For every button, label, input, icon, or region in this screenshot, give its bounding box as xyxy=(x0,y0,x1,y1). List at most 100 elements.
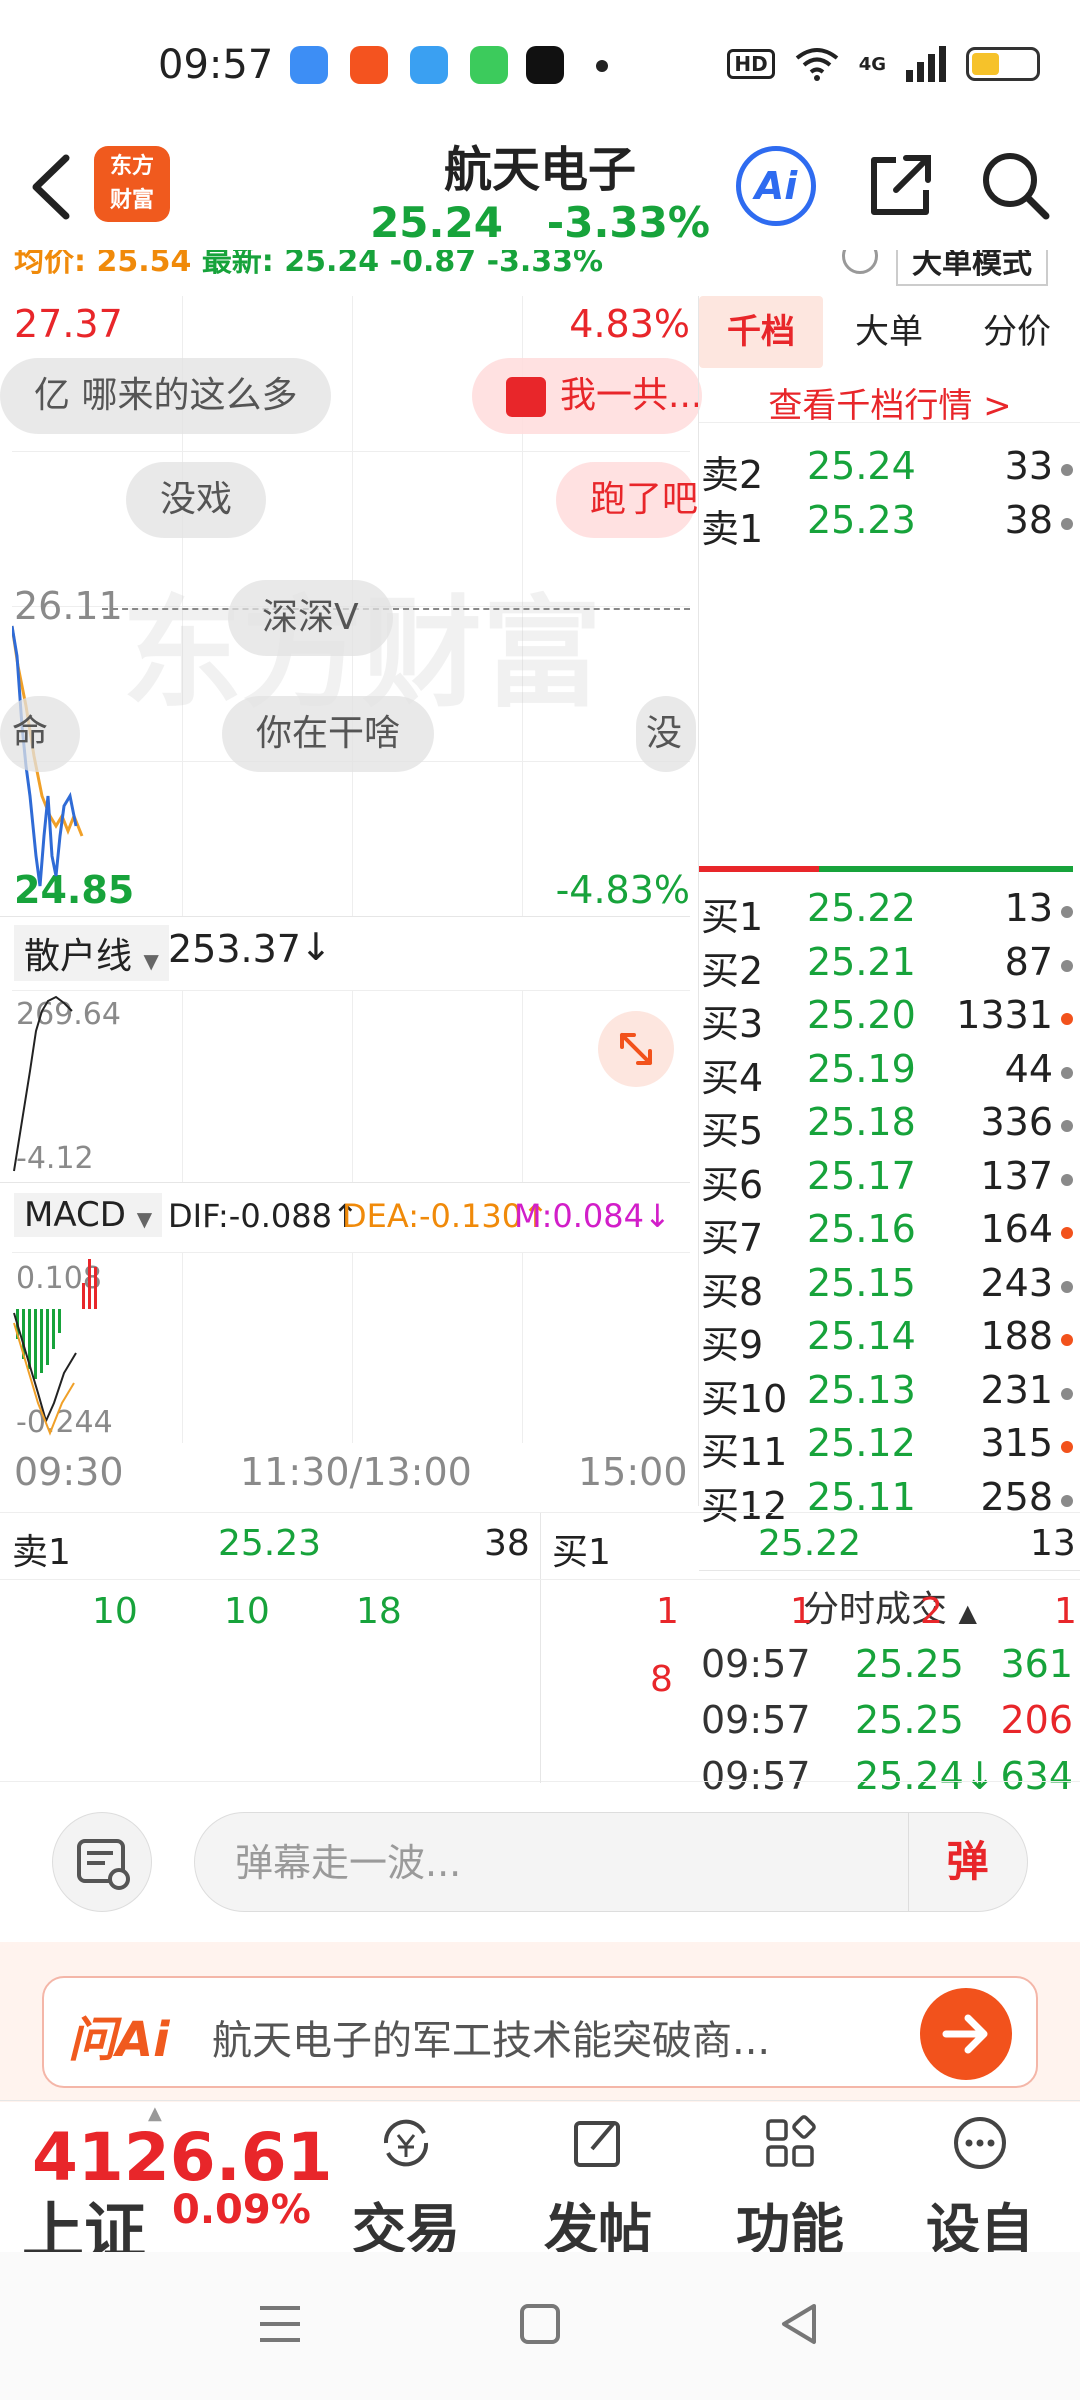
intraday-chart[interactable]: 东方财富 27.37 4.83% 26.11 24.85 -4.83% 亿 哪来… xyxy=(0,296,702,916)
danmu-text: 我一共... xyxy=(560,375,703,416)
ai-ask-box[interactable]: 问Ai 航天电子的军工技术能突破商... xyxy=(42,1976,1038,2088)
status-indicators: HD 4G xyxy=(727,46,1040,82)
home-icon[interactable] xyxy=(516,2300,564,2348)
expand-icon[interactable] xyxy=(598,1011,674,1087)
macd-bars-chart xyxy=(13,1259,97,1436)
avg-value: 25.54 xyxy=(96,250,192,279)
danmu-bubble: 没 xyxy=(636,696,696,772)
order-level-price: 25.15 xyxy=(807,1260,916,1305)
bottom-tab-bar: ▲ 4126.61 上证 0.09% 交易 发帖 功能 设自 xyxy=(0,2100,1080,2252)
back-nav-icon[interactable] xyxy=(776,2300,824,2348)
tab-large-orders[interactable]: 大单 xyxy=(829,296,949,368)
macd-dif: DIF:-0.088↑ xyxy=(168,1197,359,1235)
order-book-tabs: 千档 大单 分价 xyxy=(699,296,1080,368)
order-flag-dot xyxy=(1061,1334,1073,1346)
order-flag-dot xyxy=(1061,1120,1073,1132)
battery-icon xyxy=(966,47,1040,81)
queue-bid-item: 2 xyxy=(920,1591,943,1632)
order-flag-dot xyxy=(1061,1227,1073,1239)
order-mode-button[interactable]: 大单模式 xyxy=(896,250,1048,286)
macd-m-value: M:0.084 xyxy=(514,1197,644,1235)
search-icon[interactable] xyxy=(976,146,1056,226)
ai-suggested-question: 航天电子的军工技术能突破商... xyxy=(212,2018,771,2064)
comment-settings-icon[interactable] xyxy=(52,1812,152,1912)
tab-watchlist[interactable]: 设自 xyxy=(900,2101,1060,2252)
share-icon[interactable] xyxy=(860,146,940,226)
tab-label: 交易 xyxy=(352,2198,460,2252)
order-level-price: 25.14 xyxy=(807,1314,916,1358)
order-book-panel: 千档 大单 分价 查看千档行情 > 卖2 25.24 33 卖1 25.23 38 买1 2… xyxy=(698,296,1080,1798)
queue-bid-item: 1 xyxy=(1054,1591,1077,1632)
menu-icon[interactable] xyxy=(256,2300,304,2348)
firecracker-icon xyxy=(506,377,546,417)
tab-qiandang[interactable]: 千档 xyxy=(699,296,823,368)
order-book-row: 买6 25.17 137 xyxy=(699,1154,1080,1208)
stock-price: 25.24 xyxy=(370,198,503,247)
avg-label: 均价: xyxy=(14,250,86,279)
indicator-name: 散户线 xyxy=(24,936,133,977)
bid-ask-divider xyxy=(699,866,1073,872)
order-flag-dot xyxy=(1061,1387,1073,1400)
order-level-label: 买7 xyxy=(701,1216,764,1260)
order-level-volume: 231 xyxy=(980,1367,1053,1412)
order-book-row: 买10 25.13 231 xyxy=(699,1368,1080,1422)
hd-voice-icon: HD xyxy=(727,49,775,79)
chevron-down-icon: ▼ xyxy=(136,1207,153,1231)
system-nav-bar xyxy=(0,2252,1080,2400)
order-level-price: 25.17 xyxy=(807,1153,916,1198)
macd-header: MACD ▼ DIF:-0.088↑ DEA:-0.130↑ M:0.084↓ xyxy=(0,1182,690,1252)
tiktok-icon xyxy=(526,46,564,84)
danmu-bubble: 亿 哪来的这么多 xyxy=(0,358,332,434)
danmu-bubble: 命 xyxy=(0,696,80,772)
indicator-header: 散户线 ▼ 253.37 ↓ xyxy=(0,916,690,986)
indicator-selector[interactable]: 散户线 ▼ xyxy=(14,925,169,981)
app-notification-icon xyxy=(470,46,508,84)
danmu-bubble: 我一共... xyxy=(472,358,702,434)
time-axis-end: 15:00 xyxy=(578,1450,688,1494)
index-ticker[interactable]: ▲ 4126.61 上证 0.09% xyxy=(0,2101,333,2252)
danmu-input-placeholder: 弹幕走一波... xyxy=(235,1841,462,1885)
order-level-price: 25.18 xyxy=(807,1100,916,1144)
latest-pct: -3.33% xyxy=(486,250,604,279)
tab-post[interactable]: 发帖 xyxy=(518,2101,678,2252)
order-level-label: 买2 xyxy=(701,948,764,993)
danmu-bubble: 没戏 xyxy=(126,462,267,538)
macd-chart[interactable]: 0.108 -0.244 xyxy=(12,1252,690,1443)
order-level-price: 25.20 xyxy=(807,993,916,1037)
index-change: 0.09% xyxy=(172,2187,311,2233)
order-level-volume: 188 xyxy=(980,1314,1053,1358)
danmu-toggle-button[interactable]: 弹 xyxy=(908,1813,1026,1911)
order-level-price: 25.22 xyxy=(807,886,916,930)
order-book-row: 买2 25.21 87 xyxy=(699,940,1080,994)
macd-m: M:0.084↓ xyxy=(514,1197,671,1235)
macd-selector[interactable]: MACD ▼ xyxy=(14,1193,163,1237)
view-qiandang-link[interactable]: 查看千档行情 > xyxy=(699,378,1080,427)
macd-name: MACD xyxy=(24,1195,126,1235)
order-flag-dot xyxy=(1061,1441,1073,1453)
arrow-down-icon: ↓ xyxy=(644,1197,671,1235)
order-level-price: 25.12 xyxy=(807,1421,916,1465)
edit-icon xyxy=(574,2121,620,2167)
bid-list: 买1 25.22 13 买2 25.21 87 买3 25.20 1331 买4 25.19 44 买5… xyxy=(699,886,1080,1526)
help-icon[interactable] xyxy=(842,250,878,274)
tab-trade[interactable]: 交易 xyxy=(326,2101,486,2252)
indicator-chart[interactable]: 269.64 -4.12 xyxy=(12,990,690,1183)
tab-price-distribution[interactable]: 分价 xyxy=(955,296,1079,368)
order-level-volume: 243 xyxy=(980,1260,1053,1305)
ai-ask-logo: 问Ai xyxy=(68,2012,170,2068)
order-level-price: 25.23 xyxy=(807,498,916,542)
arrow-right-icon[interactable] xyxy=(920,1988,1012,2080)
order-level-label: 卖1 xyxy=(701,507,764,551)
order-level-label: 买1 xyxy=(701,895,764,939)
tab-functions[interactable]: 功能 xyxy=(710,2101,870,2252)
danmu-input[interactable]: 弹幕走一波... 弹 xyxy=(194,1812,1028,1912)
order-book-row: 买3 25.20 1331 xyxy=(699,993,1080,1047)
queue-ask-item: 10 xyxy=(224,1591,270,1632)
order-book-row: 买8 25.15 243 xyxy=(699,1261,1080,1315)
order-book-row: 买7 25.16 164 xyxy=(699,1207,1080,1261)
ai-assistant-button[interactable]: Ai xyxy=(736,146,816,226)
index-name: 上证 xyxy=(22,2195,147,2252)
queue-bid-label: 买1 xyxy=(552,1532,611,1573)
order-level-volume: 44 xyxy=(1004,1046,1053,1091)
order-level-label: 买3 xyxy=(701,1002,764,1046)
